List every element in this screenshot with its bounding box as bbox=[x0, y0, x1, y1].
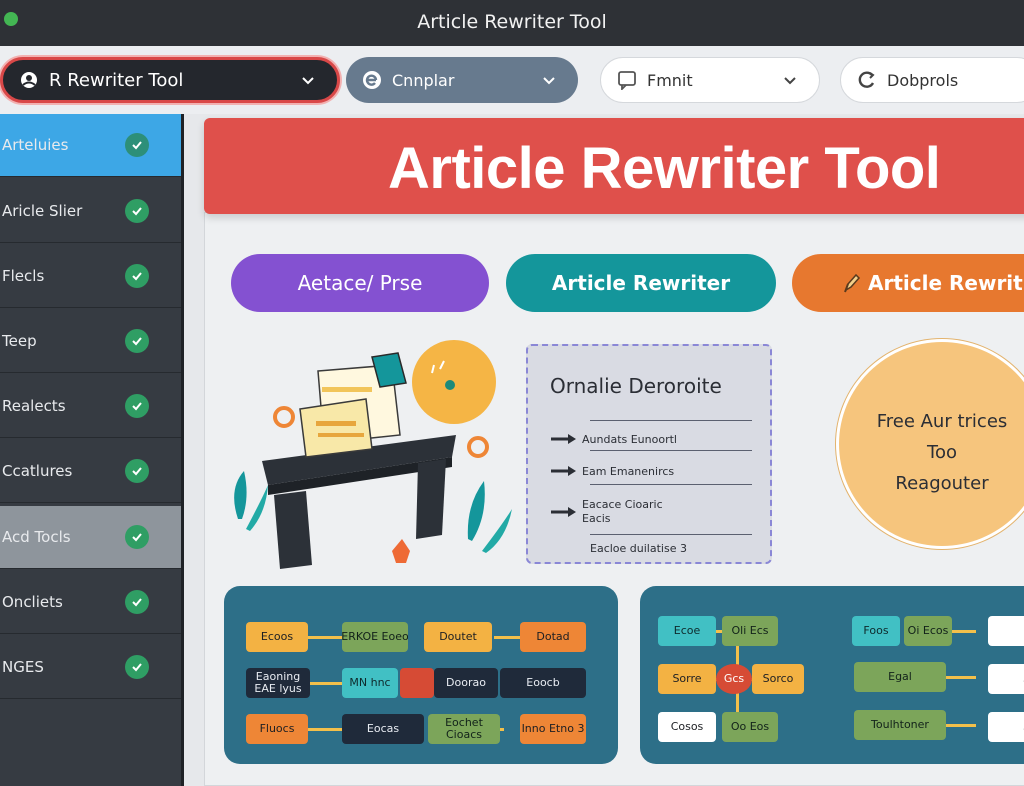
flow-node[interactable]: Inno Etno 3 bbox=[520, 714, 586, 744]
pencil-icon bbox=[842, 272, 862, 299]
flow-node[interactable]: 1 bbox=[988, 616, 1024, 646]
document-row: Eam Emanenircs bbox=[550, 462, 674, 481]
chevron-down-icon bbox=[783, 71, 797, 90]
flow-node[interactable]: Cosos bbox=[658, 712, 716, 742]
check-circle-icon bbox=[125, 525, 149, 549]
check-circle-icon bbox=[125, 199, 149, 223]
flow-node[interactable]: Eaoning EAE lyus bbox=[246, 668, 310, 698]
flow-node[interactable]: Foos bbox=[852, 616, 900, 646]
check-circle-icon bbox=[125, 329, 149, 353]
title-bar: Article Rewriter Tool bbox=[0, 0, 1024, 46]
sidebar-item-label: Realects bbox=[2, 397, 66, 415]
flow-node[interactable]: Fluocs bbox=[246, 714, 308, 744]
check-circle-icon bbox=[125, 394, 149, 418]
flow-node[interactable]: Oi Ecos bbox=[904, 616, 952, 646]
flow-node[interactable]: Ecoos bbox=[246, 622, 308, 652]
divider bbox=[590, 420, 752, 421]
check-circle-icon bbox=[125, 459, 149, 483]
flow-node[interactable]: Sorco bbox=[752, 664, 804, 694]
problems-label: Dobprols bbox=[887, 70, 959, 90]
sidebar-item-flecls[interactable]: Flecls bbox=[0, 245, 181, 308]
template-label: Cnnplar bbox=[392, 70, 455, 90]
pill-label: Article Rewrit bbox=[868, 271, 1023, 295]
refresh-c-icon bbox=[857, 70, 877, 90]
flow-diagram-right: Ecoe Oli Ecs Foos Oi Ecos Sorre Gcs Sorc… bbox=[640, 586, 1024, 764]
tool-select-dropdown[interactable]: R Rewriter Tool bbox=[0, 57, 340, 103]
flow-node-marker[interactable] bbox=[400, 668, 434, 698]
flow-node[interactable]: Doorao bbox=[434, 668, 498, 698]
arrow-right-icon bbox=[550, 462, 582, 481]
document-row: Eacace Cioaric Eacis bbox=[550, 498, 672, 526]
sidebar-item-oncliets[interactable]: Oncliets bbox=[0, 571, 181, 634]
toolbar: R Rewriter Tool Cnnplar Fmnit Dobprols bbox=[0, 46, 1024, 114]
arrow-right-icon bbox=[550, 430, 582, 449]
document-card: Ornalie Deroroite Aundats Eunoortl Eam E… bbox=[526, 344, 772, 564]
window-title: Article Rewriter Tool bbox=[417, 11, 607, 33]
desk-illustration bbox=[220, 339, 520, 579]
flow-node[interactable]: Eocas bbox=[342, 714, 424, 744]
check-circle-icon bbox=[125, 264, 149, 288]
arrow-right-icon bbox=[550, 503, 582, 522]
sidebar-item-nges[interactable]: NGES bbox=[0, 636, 181, 699]
browser-e-icon bbox=[362, 70, 382, 90]
article-rewriter-button[interactable]: Article Rewriter bbox=[506, 254, 776, 312]
sidebar-item-articles[interactable]: Arteluies bbox=[0, 114, 181, 177]
article-rewrite-orange-button[interactable]: Article Rewrit bbox=[792, 254, 1024, 312]
sidebar-item-label: Acd Tocls bbox=[2, 528, 71, 546]
chevron-down-icon bbox=[542, 71, 556, 90]
sidebar-item-article-slier[interactable]: Aricle Slier bbox=[0, 180, 181, 243]
sidebar-item-acd-tocls[interactable]: Acd Tocls bbox=[0, 506, 181, 569]
chevron-down-icon bbox=[301, 71, 315, 90]
user-circle-icon bbox=[19, 70, 39, 90]
chat-square-icon bbox=[617, 70, 637, 90]
flow-node[interactable]: ERKOE Eoeo bbox=[342, 622, 408, 652]
sidebar-item-label: Ccatlures bbox=[2, 462, 73, 480]
main-content: Article Rewriter Tool Aetace/ Prse Artic… bbox=[184, 114, 1024, 786]
check-circle-icon bbox=[125, 133, 149, 157]
flow-node[interactable]: MN hnc bbox=[342, 668, 398, 698]
flow-node[interactable]: Oli Ecs bbox=[722, 616, 778, 646]
flow-node[interactable]: Sorre bbox=[658, 664, 716, 694]
page-title: Article Rewriter Tool bbox=[388, 136, 941, 201]
check-circle-icon bbox=[125, 590, 149, 614]
flow-node[interactable]: 3 bbox=[988, 664, 1024, 694]
document-row: Aundats Eunoortl bbox=[550, 430, 677, 449]
problems-dropdown[interactable]: Dobprols bbox=[840, 57, 1024, 103]
flow-node[interactable]: Doutet bbox=[424, 622, 492, 652]
template-dropdown[interactable]: Cnnplar bbox=[346, 57, 578, 103]
divider bbox=[590, 484, 752, 485]
paraphrase-button[interactable]: Aetace/ Prse bbox=[231, 254, 489, 312]
sidebar-item-ccatlures[interactable]: Ccatlures bbox=[0, 440, 181, 503]
sidebar-item-label: Oncliets bbox=[2, 593, 63, 611]
sidebar: Arteluies Aricle Slier Flecls Teep Reale… bbox=[0, 114, 184, 786]
flow-node[interactable]: Eochet Cioacs bbox=[428, 714, 500, 744]
sidebar-item-label: Flecls bbox=[2, 267, 45, 285]
format-dropdown[interactable]: Fmnit bbox=[600, 57, 820, 103]
flow-node[interactable]: Eoocb bbox=[500, 668, 586, 698]
flow-node[interactable]: Gcs bbox=[716, 664, 752, 694]
flow-node[interactable]: Egal bbox=[854, 662, 946, 692]
flow-node[interactable]: 3 bbox=[988, 712, 1024, 742]
sidebar-item-label: NGES bbox=[2, 658, 44, 676]
document-title: Ornalie Deroroite bbox=[550, 374, 722, 398]
flow-node[interactable]: Ecoe bbox=[658, 616, 716, 646]
flow-node[interactable]: Oo Eos bbox=[722, 712, 778, 742]
header-banner: Article Rewriter Tool bbox=[204, 118, 1024, 214]
sidebar-item-teep[interactable]: Teep bbox=[0, 310, 181, 373]
flow-node[interactable]: Toulhtoner bbox=[854, 710, 946, 740]
sidebar-item-label: Aricle Slier bbox=[2, 202, 83, 220]
check-circle-icon bbox=[125, 655, 149, 679]
format-label: Fmnit bbox=[647, 70, 693, 90]
sidebar-item-label: Teep bbox=[2, 332, 37, 350]
flow-node[interactable]: Dotad bbox=[520, 622, 586, 652]
flow-diagram-left: Ecoos ERKOE Eoeo Doutet Dotad Eaoning EA… bbox=[224, 586, 618, 764]
sidebar-item-realects[interactable]: Realects bbox=[0, 375, 181, 438]
document-row: Eacloe duilatise 3 bbox=[590, 542, 687, 555]
divider bbox=[590, 534, 752, 535]
sidebar-item-label: Arteluies bbox=[2, 136, 69, 154]
tool-select-label: R Rewriter Tool bbox=[49, 69, 184, 91]
divider bbox=[590, 450, 752, 451]
